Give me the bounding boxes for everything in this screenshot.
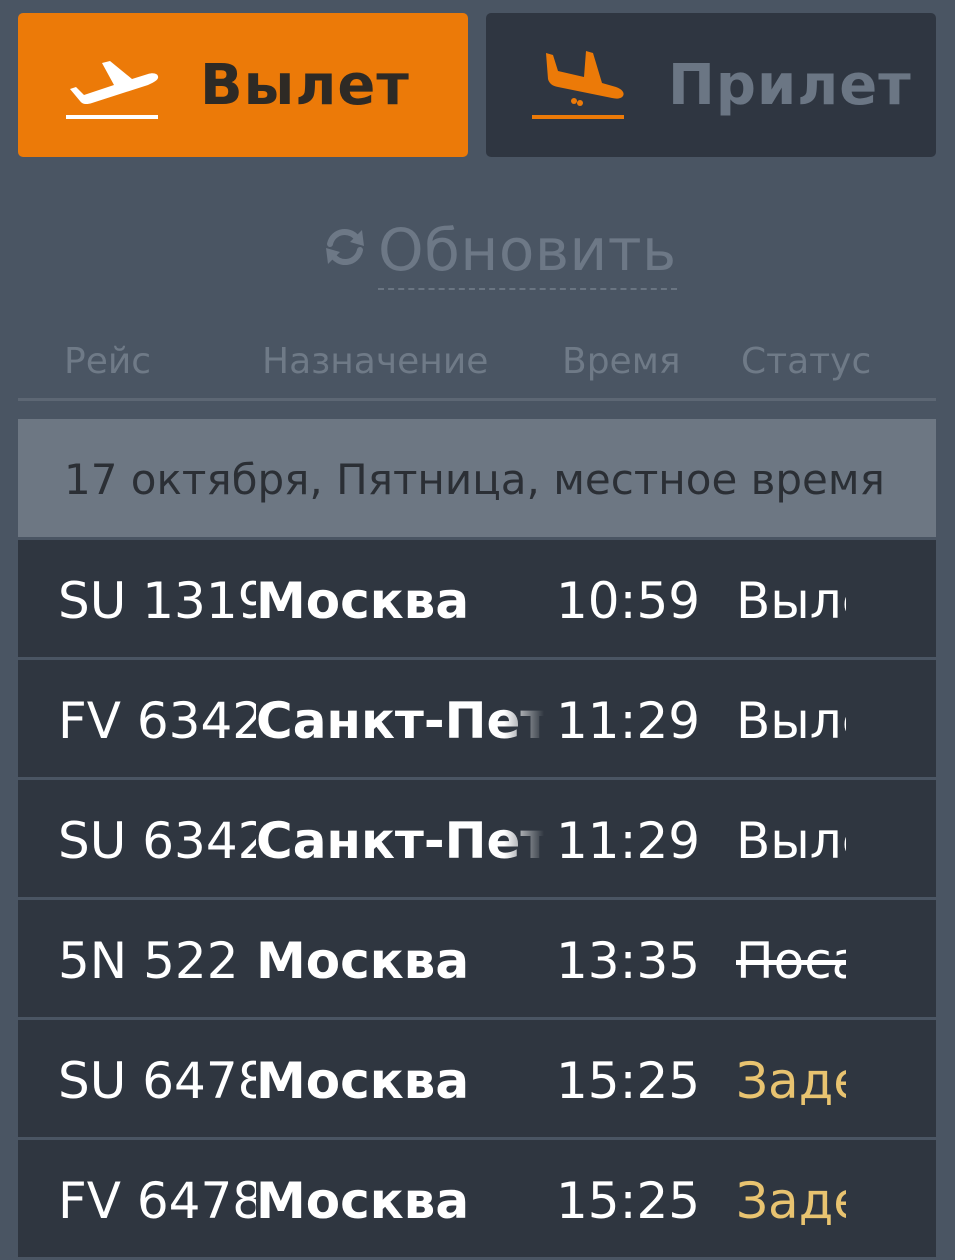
tab-arrivals[interactable]: Прилет — [486, 13, 936, 157]
flight-destination: Санкт-Петербург — [256, 688, 544, 754]
column-header-flight: Рейс — [64, 341, 152, 382]
table-row[interactable]: FV 6342 Санкт-Петербург 11:29 Вылетел — [18, 660, 936, 777]
flight-number: SU 1319 — [58, 572, 256, 630]
refresh-icon — [326, 228, 364, 266]
table-row[interactable]: SU 6478 Москва 15:25 Задержан — [18, 1020, 936, 1137]
tab-arrivals-label: Прилет — [668, 53, 912, 118]
flight-number: 5N 522 — [58, 932, 239, 990]
flight-time: 11:29 — [556, 812, 701, 870]
flight-time: 15:25 — [556, 1052, 701, 1110]
flight-number: FV 6478 — [58, 1172, 256, 1230]
table-row[interactable]: SU 6342 Санкт-Петербург 11:29 Вылетел — [18, 780, 936, 897]
flight-destination: Москва — [256, 1168, 544, 1234]
refresh-label: Обновить — [378, 212, 677, 290]
flight-status: Вылетел — [736, 692, 846, 750]
flight-time: 15:25 — [556, 1172, 701, 1230]
plane-landing-icon — [532, 51, 624, 119]
flight-destination: Москва — [256, 568, 544, 634]
flight-destination: Москва — [256, 1048, 544, 1114]
table-row[interactable]: SU 1319 Москва 10:59 Вылетел — [18, 540, 936, 657]
flight-destination: Санкт-Петербург — [256, 808, 544, 874]
table-row[interactable]: 5N 522 Москва 13:35 Посадка — [18, 900, 936, 1017]
refresh-button[interactable]: Обновить — [320, 212, 677, 292]
direction-tabs: Вылет Прилет — [18, 13, 936, 157]
flight-status: Посадка — [736, 932, 846, 990]
column-header-time: Время — [562, 341, 681, 382]
flight-status: Вылетел — [736, 572, 846, 630]
tab-departures-label: Вылет — [200, 53, 410, 118]
tab-departures[interactable]: Вылет — [18, 13, 468, 157]
flight-status: Вылетел — [736, 812, 846, 870]
flights-table: SU 1319 Москва 10:59 Вылетел FV 6342 Сан… — [18, 540, 936, 1260]
column-headers: Рейс Назначение Время Статус — [18, 330, 936, 401]
flight-status: Задержан — [736, 1172, 846, 1230]
flight-time: 10:59 — [556, 572, 701, 630]
flight-time: 11:29 — [556, 692, 701, 750]
flight-time: 13:35 — [556, 932, 701, 990]
table-row[interactable]: FV 6478 Москва 15:25 Задержан — [18, 1140, 936, 1257]
flight-number: FV 6342 — [58, 692, 256, 750]
column-header-destination: Назначение — [262, 341, 489, 382]
column-header-status: Статус — [741, 341, 872, 382]
plane-takeoff-icon — [66, 61, 159, 119]
date-header-text: 17 октября, Пятница, местное время — [64, 455, 885, 504]
flight-number: SU 6342 — [58, 812, 256, 870]
flight-status: Задержан — [736, 1052, 846, 1110]
flight-destination: Москва — [256, 928, 544, 994]
date-header: 17 октября, Пятница, местное время — [18, 419, 936, 537]
flight-number: SU 6478 — [58, 1052, 256, 1110]
